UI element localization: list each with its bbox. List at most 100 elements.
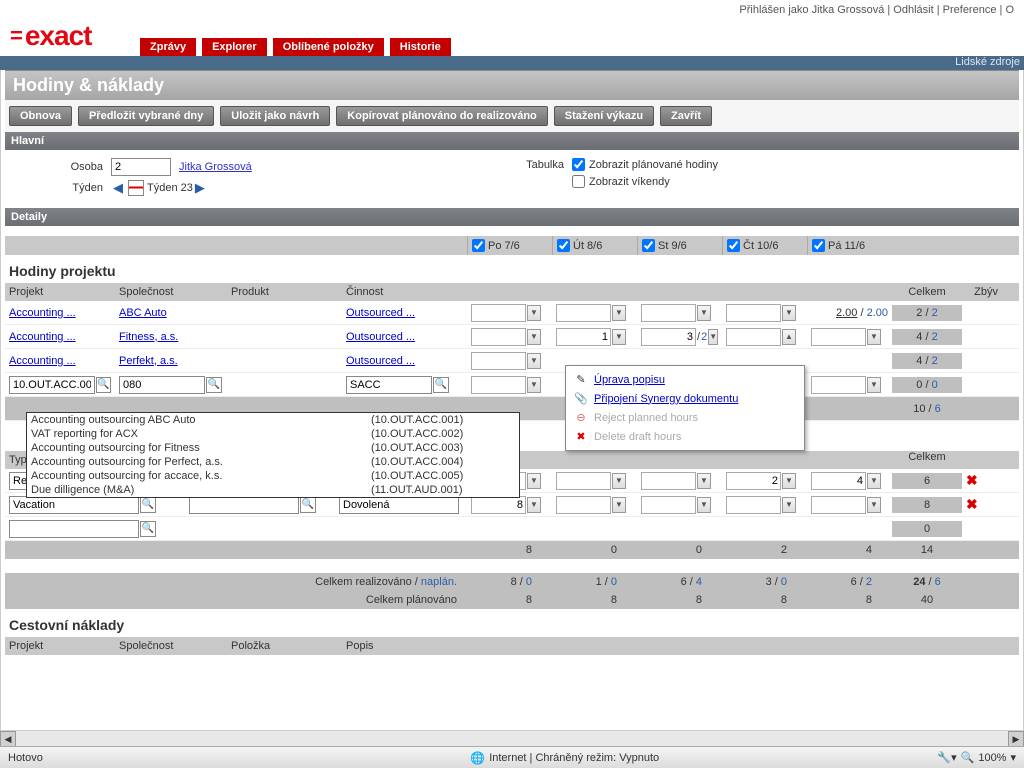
dropdown-icon[interactable]: ▼ (867, 473, 881, 489)
about-link[interactable]: O (1005, 4, 1014, 16)
lookup-icon[interactable]: 🔍 (140, 497, 156, 513)
lookup-icon[interactable]: 🔍 (140, 521, 156, 537)
lookup-icon[interactable]: 🔍 (300, 497, 316, 513)
week-next-icon[interactable]: ▶ (193, 180, 207, 196)
dropdown-icon[interactable]: ▼ (782, 497, 796, 513)
show-weekends-checkbox[interactable] (572, 175, 585, 188)
hours-input[interactable] (641, 328, 696, 346)
day-pa-checkbox[interactable] (812, 239, 825, 252)
tab-explorer[interactable]: Explorer (202, 38, 267, 56)
logout-link[interactable]: Odhlásit (893, 4, 933, 16)
company-code-input[interactable] (119, 376, 205, 394)
dropdown-icon[interactable]: ▼ (527, 329, 541, 345)
dropdown-icon[interactable]: ▼ (612, 497, 626, 513)
hours-input[interactable] (556, 328, 611, 346)
dropdown-icon[interactable]: ▲ (782, 329, 796, 345)
type-input[interactable] (9, 496, 139, 514)
dropdown-icon[interactable]: ▼ (708, 329, 718, 345)
week-prev-icon[interactable]: ◀ (111, 180, 125, 196)
delete-row-icon[interactable]: ✖ (962, 470, 982, 491)
autocomplete-item[interactable]: Accounting outsourcing for Perfect, a.s.… (27, 455, 519, 469)
download-button[interactable]: Stažení výkazu (554, 106, 654, 126)
activity-link[interactable]: Outsourced ... (346, 331, 415, 343)
cm-attach-doc[interactable]: 📎Připojení Synergy dokumentu (566, 389, 804, 408)
item-input[interactable] (189, 496, 299, 514)
dropdown-icon[interactable]: ▼ (612, 329, 626, 345)
hours-input[interactable] (641, 304, 696, 322)
day-st-checkbox[interactable] (642, 239, 655, 252)
type-input[interactable] (9, 520, 139, 538)
day-ut-checkbox[interactable] (557, 239, 570, 252)
dropdown-icon[interactable]: ▼ (527, 473, 541, 489)
autocomplete-item[interactable]: VAT reporting for ACX(10.OUT.ACC.002) (27, 427, 519, 441)
dropdown-icon[interactable]: ▼ (697, 497, 711, 513)
dropdown-icon[interactable]: ▼ (527, 353, 541, 369)
autocomplete-item[interactable]: Accounting outsourcing for Fitness(10.OU… (27, 441, 519, 455)
hours-input[interactable] (556, 304, 611, 322)
dropdown-icon[interactable]: ▼ (527, 305, 541, 321)
activity-link[interactable]: Outsourced ... (346, 355, 415, 367)
hours-input[interactable] (811, 376, 866, 394)
save-draft-button[interactable]: Uložit jako návrh (220, 106, 330, 126)
zoom-tools-icon[interactable]: 🔧▾ (937, 751, 956, 764)
dropdown-icon[interactable]: ▼ (697, 305, 711, 321)
day-po-checkbox[interactable] (472, 239, 485, 252)
cm-edit-desc[interactable]: ✎Úprava popisu (566, 370, 804, 389)
autocomplete-item[interactable]: Due dilligence (M&A)(11.OUT.AUD.001) (27, 483, 519, 497)
scroll-right-icon[interactable]: ▶ (1008, 731, 1024, 747)
dropdown-icon[interactable]: ▼ (527, 377, 541, 393)
activity-link[interactable]: Outsourced ... (346, 307, 415, 319)
tab-historie[interactable]: Historie (390, 38, 451, 56)
preferences-link[interactable]: Preference (943, 4, 997, 16)
lookup-icon[interactable]: 🔍 (206, 377, 222, 393)
hours-value[interactable]: 2.00 (836, 307, 857, 319)
company-link[interactable]: Fitness, a.s. (119, 331, 178, 343)
lookup-icon[interactable]: 🔍 (96, 377, 111, 393)
person-link[interactable]: Jitka Grossová (179, 161, 252, 173)
dropdown-icon[interactable]: ▼ (867, 497, 881, 513)
hours-input[interactable] (811, 496, 866, 514)
scroll-left-icon[interactable]: ◀ (0, 731, 16, 747)
hours-input[interactable] (641, 496, 696, 514)
hours-input[interactable] (641, 472, 696, 490)
hours-input[interactable] (556, 496, 611, 514)
hours-input[interactable] (726, 328, 781, 346)
dropdown-icon[interactable]: ▼ (782, 473, 796, 489)
show-planned-checkbox[interactable] (572, 158, 585, 171)
dropdown-icon[interactable]: ▼ (527, 497, 541, 513)
desc-input[interactable] (339, 496, 459, 514)
person-input[interactable] (111, 158, 171, 176)
dropdown-icon[interactable]: ▼ (867, 377, 881, 393)
dropdown-icon[interactable]: ▼ (612, 305, 626, 321)
hours-input[interactable] (471, 376, 526, 394)
project-link[interactable]: Accounting ... (9, 355, 76, 367)
dropdown-icon[interactable]: ▼ (782, 305, 796, 321)
dropdown-icon[interactable]: ▼ (697, 473, 711, 489)
horizontal-scrollbar[interactable]: ◀ ▶ (0, 730, 1024, 746)
hours-input[interactable] (811, 472, 866, 490)
hours-input[interactable] (726, 496, 781, 514)
hours-input[interactable] (471, 496, 526, 514)
submit-days-button[interactable]: Předložit vybrané dny (78, 106, 214, 126)
hours-input[interactable] (726, 472, 781, 490)
project-link[interactable]: Accounting ... (9, 331, 76, 343)
lookup-icon[interactable]: 🔍 (433, 377, 449, 393)
activity-code-input[interactable] (346, 376, 432, 394)
company-link[interactable]: ABC Auto (119, 307, 167, 319)
zoom-out-icon[interactable]: 🔍 (961, 751, 975, 764)
hours-input[interactable] (811, 328, 866, 346)
hours-input[interactable] (471, 352, 526, 370)
hours-input[interactable] (471, 328, 526, 346)
autocomplete-item[interactable]: Accounting outsourcing ABC Auto(10.OUT.A… (27, 413, 519, 427)
delete-row-icon[interactable]: ✖ (962, 494, 982, 515)
company-link[interactable]: Perfekt, a.s. (119, 355, 178, 367)
hours-input[interactable] (726, 304, 781, 322)
dropdown-icon[interactable]: ▼ (867, 329, 881, 345)
autocomplete-dropdown[interactable]: Accounting outsourcing ABC Auto(10.OUT.A… (26, 412, 520, 498)
project-code-input[interactable] (9, 376, 95, 394)
project-link[interactable]: Accounting ... (9, 307, 76, 319)
dropdown-icon[interactable]: ▼ (612, 473, 626, 489)
calendar-icon[interactable] (128, 180, 144, 196)
close-button[interactable]: Zavřít (660, 106, 712, 126)
zoom-menu-icon[interactable]: ▾ (1010, 751, 1016, 764)
